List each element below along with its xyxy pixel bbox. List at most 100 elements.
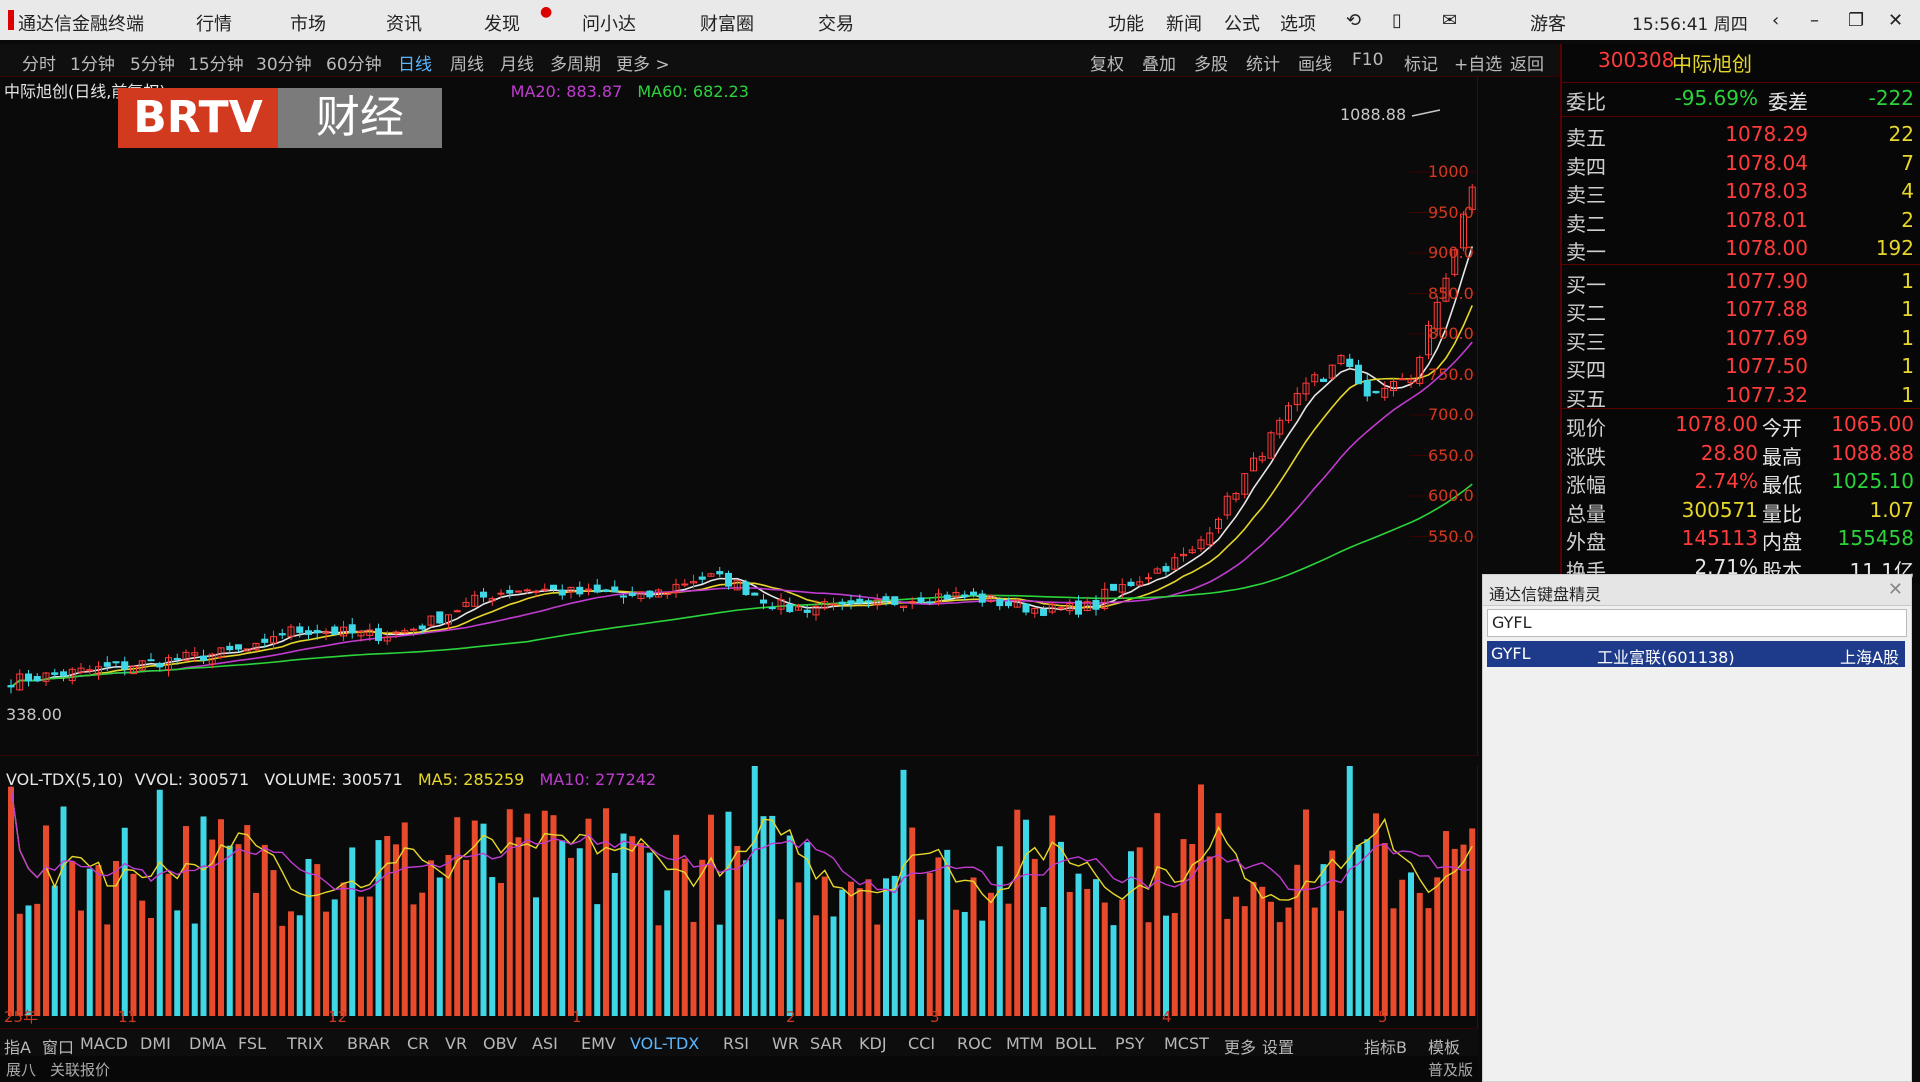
ask-row[interactable]: 卖一 1078.00 192 [1562,236,1920,264]
indicator-tab[interactable]: FSL [238,1034,266,1053]
volume-bar [813,915,819,1016]
indicator-tab[interactable]: ASI [532,1034,558,1053]
user-label[interactable]: 游客 [1530,10,1566,36]
tool-fuquan[interactable]: 复权 [1090,50,1124,75]
menu-item-news[interactable]: 资讯 [386,10,422,36]
ask-row[interactable]: 卖三 1078.03 4 [1562,179,1920,207]
indicator-tab[interactable]: BRAR [347,1034,391,1053]
volume-bar [1390,908,1397,1016]
period-tab-weekly[interactable]: 周线 [450,50,484,75]
price-axis-label: 900.0 [1428,243,1474,262]
refresh-icon[interactable]: ⟲ [1346,10,1361,31]
tool-drawline[interactable]: 画线 [1298,50,1332,75]
volume-chart[interactable]: 25年 11 12 1 2 3 4 5 VOL-TDX(5,10) VVOL: 300571 … [0,755,1479,1028]
indicator-tab[interactable]: KDJ [859,1034,887,1053]
volume-bar [51,885,58,1016]
menu-item-formula[interactable]: 公式 [1224,10,1260,36]
calculator-icon[interactable]: ▯ [1392,10,1402,31]
related-quotes-link[interactable]: 关联报价 [50,1059,110,1080]
period-tab-daily[interactable]: 日线 [398,50,432,75]
tool-multistock[interactable]: 多股 [1194,50,1228,75]
bid-row[interactable]: 买一 1077.90 1 [1562,269,1920,297]
indicator-tab[interactable]: DMI [140,1034,171,1053]
back-icon[interactable]: ‹ [1772,10,1779,31]
bid-row[interactable]: 买二 1077.88 1 [1562,297,1920,325]
message-icon[interactable]: ✉ [1442,10,1457,31]
menu-item-wealth[interactable]: 财富圈 [700,10,754,36]
indicator-tab[interactable]: OBV [483,1034,517,1053]
indicator-tab[interactable]: DMA [189,1034,226,1053]
indicator-tab[interactable]: BOLL [1055,1034,1096,1053]
menu-item-discover[interactable]: 发现 [484,10,520,36]
indicator-tab[interactable]: PSY [1115,1034,1145,1053]
volume-bar [1145,922,1152,1016]
tool-f10[interactable]: F10 [1352,50,1383,70]
menu-item-options[interactable]: 选项 [1280,10,1316,36]
indicator-tab[interactable]: CCI [908,1034,935,1053]
popup-titlebar: 通达信键盘精灵 ✕ [1483,575,1911,606]
bid-row[interactable]: 买三 1077.69 1 [1562,326,1920,354]
indicator-tab[interactable]: 更多 [1224,1034,1256,1058]
indicator-tab[interactable]: VOL-TDX [630,1034,699,1053]
volume-bar [1294,864,1301,1016]
period-tab-more[interactable]: 更多 > [616,50,670,75]
indicator-tab[interactable]: EMV [581,1034,616,1053]
kline-chart[interactable]: 338.00 1088.88 中际旭创(日线,前复权) MA20: 883.87… [0,76,1479,757]
bid-row[interactable]: 买五 1077.32 1 [1562,383,1920,411]
menu-item-ask[interactable]: 问小达 [582,10,636,36]
indicator-tab[interactable]: MACD [80,1034,128,1053]
tool-back[interactable]: 返回 [1510,50,1544,75]
ask-row[interactable]: 卖四 1078.04 7 [1562,151,1920,179]
volume-bar [786,835,793,1016]
period-tab-15min[interactable]: 15分钟 [188,50,244,75]
indicator-tab[interactable]: WR [772,1034,799,1053]
candle-body [856,598,864,604]
indicator-tab[interactable]: VR [445,1034,467,1053]
indicator-tab[interactable]: CR [407,1034,429,1053]
indicator-tab[interactable]: MTM [1006,1034,1043,1053]
indicator-tab[interactable]: 窗口 [42,1034,74,1058]
indicator-template-tab[interactable]: 指标B [1364,1034,1407,1058]
candle-body [1398,378,1406,381]
ask-row[interactable]: 卖五 1078.29 22 [1562,122,1920,150]
tool-stats[interactable]: 统计 [1246,50,1280,75]
indicator-tab[interactable]: ROC [957,1034,992,1053]
menu-item-newsfeed[interactable]: 新闻 [1166,10,1202,36]
wizard-result-row[interactable]: GYFL 工业富联(601138) 上海A股 [1487,641,1905,667]
volume-bar [43,825,49,1016]
menu-item-quotes[interactable]: 行情 [196,10,232,36]
restore-icon[interactable]: ❐ [1848,10,1864,31]
period-tab-5min[interactable]: 5分钟 [130,50,175,75]
minimize-icon[interactable]: – [1810,10,1819,31]
status-left[interactable]: 展八 [6,1059,36,1080]
indicator-tab[interactable]: TRIX [287,1034,324,1053]
ask-row[interactable]: 卖二 1078.01 2 [1562,208,1920,236]
indicator-tab[interactable]: 指A [4,1034,31,1058]
volume-bar [629,836,636,1016]
wizard-search-input[interactable]: GYFL [1487,609,1907,637]
indicator-tab[interactable]: SAR [810,1034,843,1053]
period-tab-1min[interactable]: 1分钟 [70,50,115,75]
menu-item-market[interactable]: 市场 [290,10,326,36]
menu-item-trade[interactable]: 交易 [818,10,854,36]
candle-body [375,628,382,641]
menu-item-function[interactable]: 功能 [1108,10,1144,36]
popup-close-icon[interactable]: ✕ [1888,579,1903,600]
indicator-tab[interactable]: MCST [1164,1034,1209,1053]
period-tab-intraday[interactable]: 分时 [22,50,56,75]
quote-panel: 300308 中际旭创 委比 -95.69% 委差 -222 卖五 1078.29… [1560,44,1920,584]
book-level-label: 买四 [1566,358,1606,382]
indicator-tab[interactable]: 设置 [1262,1034,1294,1058]
period-tab-30min[interactable]: 30分钟 [256,50,312,75]
indicator-tab[interactable]: RSI [723,1034,749,1053]
tool-add-watchlist[interactable]: +自选 [1454,50,1502,75]
bid-row[interactable]: 买四 1077.50 1 [1562,354,1920,382]
close-icon[interactable]: ✕ [1888,10,1903,31]
volume-bar [393,844,399,1016]
tool-mark[interactable]: 标记 [1404,50,1438,75]
period-tab-multi[interactable]: 多周期 [550,50,601,75]
period-tab-60min[interactable]: 60分钟 [326,50,382,75]
tool-overlay[interactable]: 叠加 [1142,50,1176,75]
period-tab-monthly[interactable]: 月线 [500,50,534,75]
indicator-template-tab[interactable]: 模板 [1428,1034,1460,1058]
